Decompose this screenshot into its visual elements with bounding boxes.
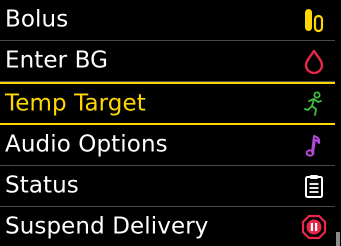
music-note-icon (301, 132, 327, 158)
clipboard-icon (301, 173, 327, 199)
menu-item-status[interactable]: Status (0, 166, 335, 207)
scroll-thumb[interactable] (336, 232, 340, 246)
scrollbar[interactable] (336, 0, 340, 246)
pause-octagon-icon (301, 214, 327, 240)
menu-item-temp-target[interactable]: Temp Target (0, 82, 335, 125)
menu-item-suspend-delivery[interactable]: Suspend Delivery (0, 207, 335, 246)
menu-item-label: Bolus (5, 6, 69, 33)
menu-item-enter-bg[interactable]: Enter BG (0, 41, 335, 82)
menu-item-audio-options[interactable]: Audio Options (0, 125, 335, 166)
running-person-icon (301, 91, 327, 117)
menu-item-label: Temp Target (5, 89, 146, 116)
blood-drop-icon (301, 48, 327, 74)
menu-item-bolus[interactable]: Bolus (0, 0, 335, 41)
menu-list: Bolus Enter BG Temp Target Audio Options… (0, 0, 341, 246)
menu-item-label: Status (5, 172, 79, 199)
menu-item-label: Suspend Delivery (5, 212, 209, 239)
menu-item-label: Enter BG (5, 47, 109, 74)
menu-item-label: Audio Options (5, 131, 168, 158)
bolus-icon (301, 7, 327, 33)
